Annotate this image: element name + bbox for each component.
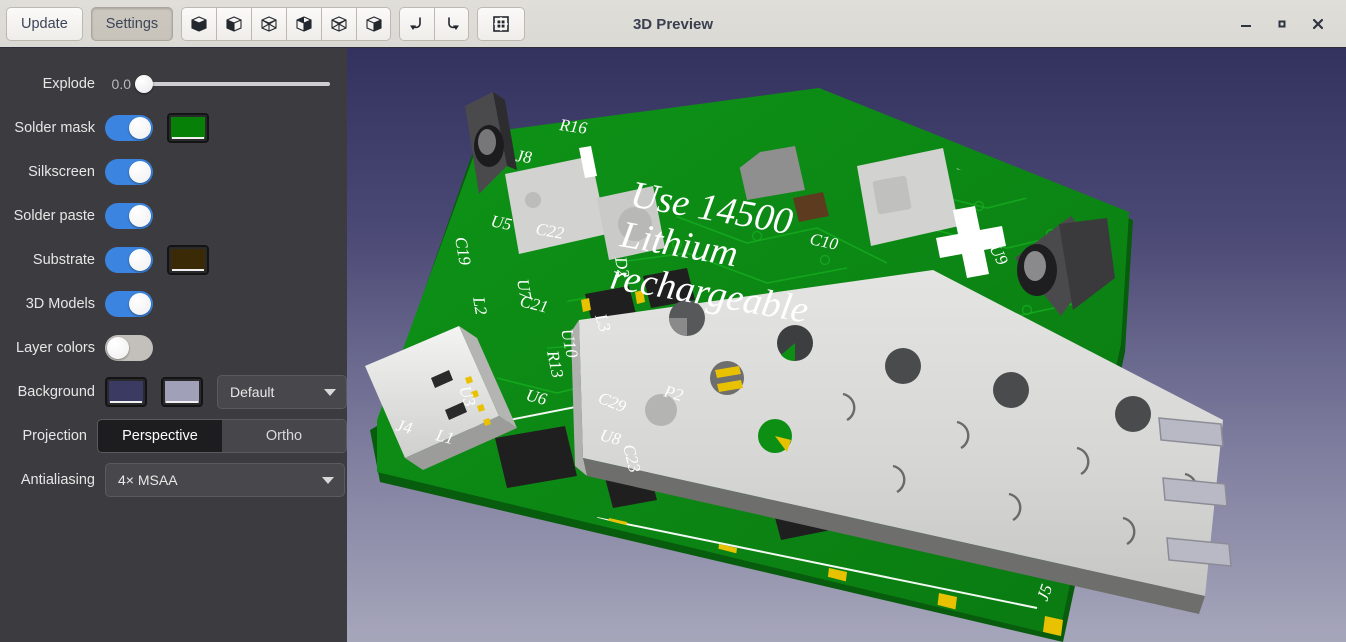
swatch-fill (171, 117, 205, 139)
toggle-knob (129, 205, 151, 227)
svg-text:D2: D2 (611, 254, 634, 279)
substrate-label: Substrate (32, 252, 95, 268)
solder-mask-row: Solder mask (0, 106, 347, 150)
solder-mask-label: Solder mask (14, 120, 95, 136)
chevron-down-icon (324, 388, 336, 396)
substrate-toggle[interactable] (105, 247, 153, 273)
projection-segmented-control: Perspective Ortho (96, 419, 347, 453)
projection-label: Projection (22, 428, 87, 444)
explode-row: Explode 0.0 (0, 62, 347, 106)
cube-front-icon[interactable] (181, 6, 217, 41)
rotate-group (399, 6, 470, 41)
substrate-color-swatch[interactable] (167, 245, 209, 275)
pcb-3d-scene: Use 14500 Lithium rechargeable R16 J8 C1… (347, 48, 1346, 642)
settings-button[interactable]: Settings (90, 6, 174, 41)
rotate-right-icon[interactable] (434, 6, 470, 41)
cube-right-icon[interactable] (356, 6, 392, 41)
explode-value: 0.0 (111, 76, 131, 92)
swatch-fill (171, 249, 205, 271)
svg-text:L2: L2 (469, 294, 491, 316)
cube-back-icon[interactable] (216, 6, 252, 41)
layer-colors-row: Layer colors (0, 326, 347, 370)
svg-text:R16: R16 (557, 115, 588, 138)
models-3d-toggle[interactable] (105, 291, 153, 317)
rotate-left-icon[interactable] (399, 6, 435, 41)
antialiasing-row: Antialiasing 4× MSAA (0, 458, 347, 502)
slider-handle[interactable] (135, 75, 153, 93)
background-preset-value: Default (230, 384, 275, 400)
settings-sidebar: Explode 0.0 Solder mask Silkscreen Solde… (0, 48, 347, 642)
cube-top-icon[interactable] (251, 6, 287, 41)
cube-bottom-icon[interactable] (286, 6, 322, 41)
zoom-to-fit-icon[interactable] (477, 6, 526, 41)
svg-text:J8: J8 (514, 146, 533, 167)
explode-label: Explode (42, 76, 95, 92)
layer-colors-toggle[interactable] (105, 335, 153, 361)
solder-mask-toggle[interactable] (105, 115, 153, 141)
background-preset-select[interactable]: Default (217, 375, 347, 409)
toggle-knob (129, 249, 151, 271)
update-button[interactable]: Update (6, 6, 83, 41)
solder-paste-row: Solder paste (0, 194, 347, 238)
antialiasing-select[interactable]: 4× MSAA (105, 463, 345, 497)
solder-paste-toggle[interactable] (105, 203, 153, 229)
silkscreen-row: Silkscreen (0, 150, 347, 194)
maximize-icon[interactable] (1264, 6, 1300, 42)
solder-mask-color-swatch[interactable] (167, 113, 209, 143)
toolbar-left: Update Settings (6, 6, 181, 41)
toggle-knob (129, 293, 151, 315)
main-area: Explode 0.0 Solder mask Silkscreen Solde… (0, 48, 1346, 642)
background-top-color-swatch[interactable] (105, 377, 147, 407)
title-bar: Update Settings 3D Preview (0, 0, 1346, 48)
fit-group (477, 6, 533, 41)
swatch-fill (165, 381, 199, 403)
projection-option-perspective[interactable]: Perspective (97, 420, 222, 452)
explode-slider[interactable] (135, 74, 330, 94)
solder-paste-label: Solder paste (13, 208, 95, 224)
background-label: Background (17, 384, 95, 400)
toggle-knob (129, 117, 151, 139)
toggle-knob (107, 337, 129, 359)
projection-option-ortho[interactable]: Ortho (221, 420, 346, 452)
view-preset-group (181, 6, 392, 41)
toggle-knob (129, 161, 151, 183)
silkscreen-label: Silkscreen (28, 164, 95, 180)
holder-slots (1158, 417, 1232, 567)
models-3d-row: 3D Models (0, 282, 347, 326)
background-bottom-color-swatch[interactable] (161, 377, 203, 407)
layer-colors-label: Layer colors (16, 340, 95, 356)
slider-track (135, 82, 330, 86)
close-icon[interactable] (1300, 6, 1336, 42)
antialiasing-value: 4× MSAA (118, 472, 178, 488)
cube-left-icon[interactable] (321, 6, 357, 41)
models-3d-label: 3D Models (25, 296, 95, 312)
chevron-down-icon (322, 476, 334, 484)
app-window: Update Settings 3D Preview Explode 0.0 S… (0, 0, 1346, 642)
minimize-icon[interactable] (1228, 6, 1264, 42)
substrate-row: Substrate (0, 238, 347, 282)
window-controls (1228, 0, 1336, 48)
background-row: Background Default (0, 370, 347, 414)
swatch-fill (109, 381, 143, 403)
projection-row: Projection Perspective Ortho (0, 414, 347, 458)
silkscreen-toggle[interactable] (105, 159, 153, 185)
antialiasing-label: Antialiasing (20, 472, 95, 488)
3d-viewport[interactable]: Use 14500 Lithium rechargeable R16 J8 C1… (347, 48, 1346, 642)
